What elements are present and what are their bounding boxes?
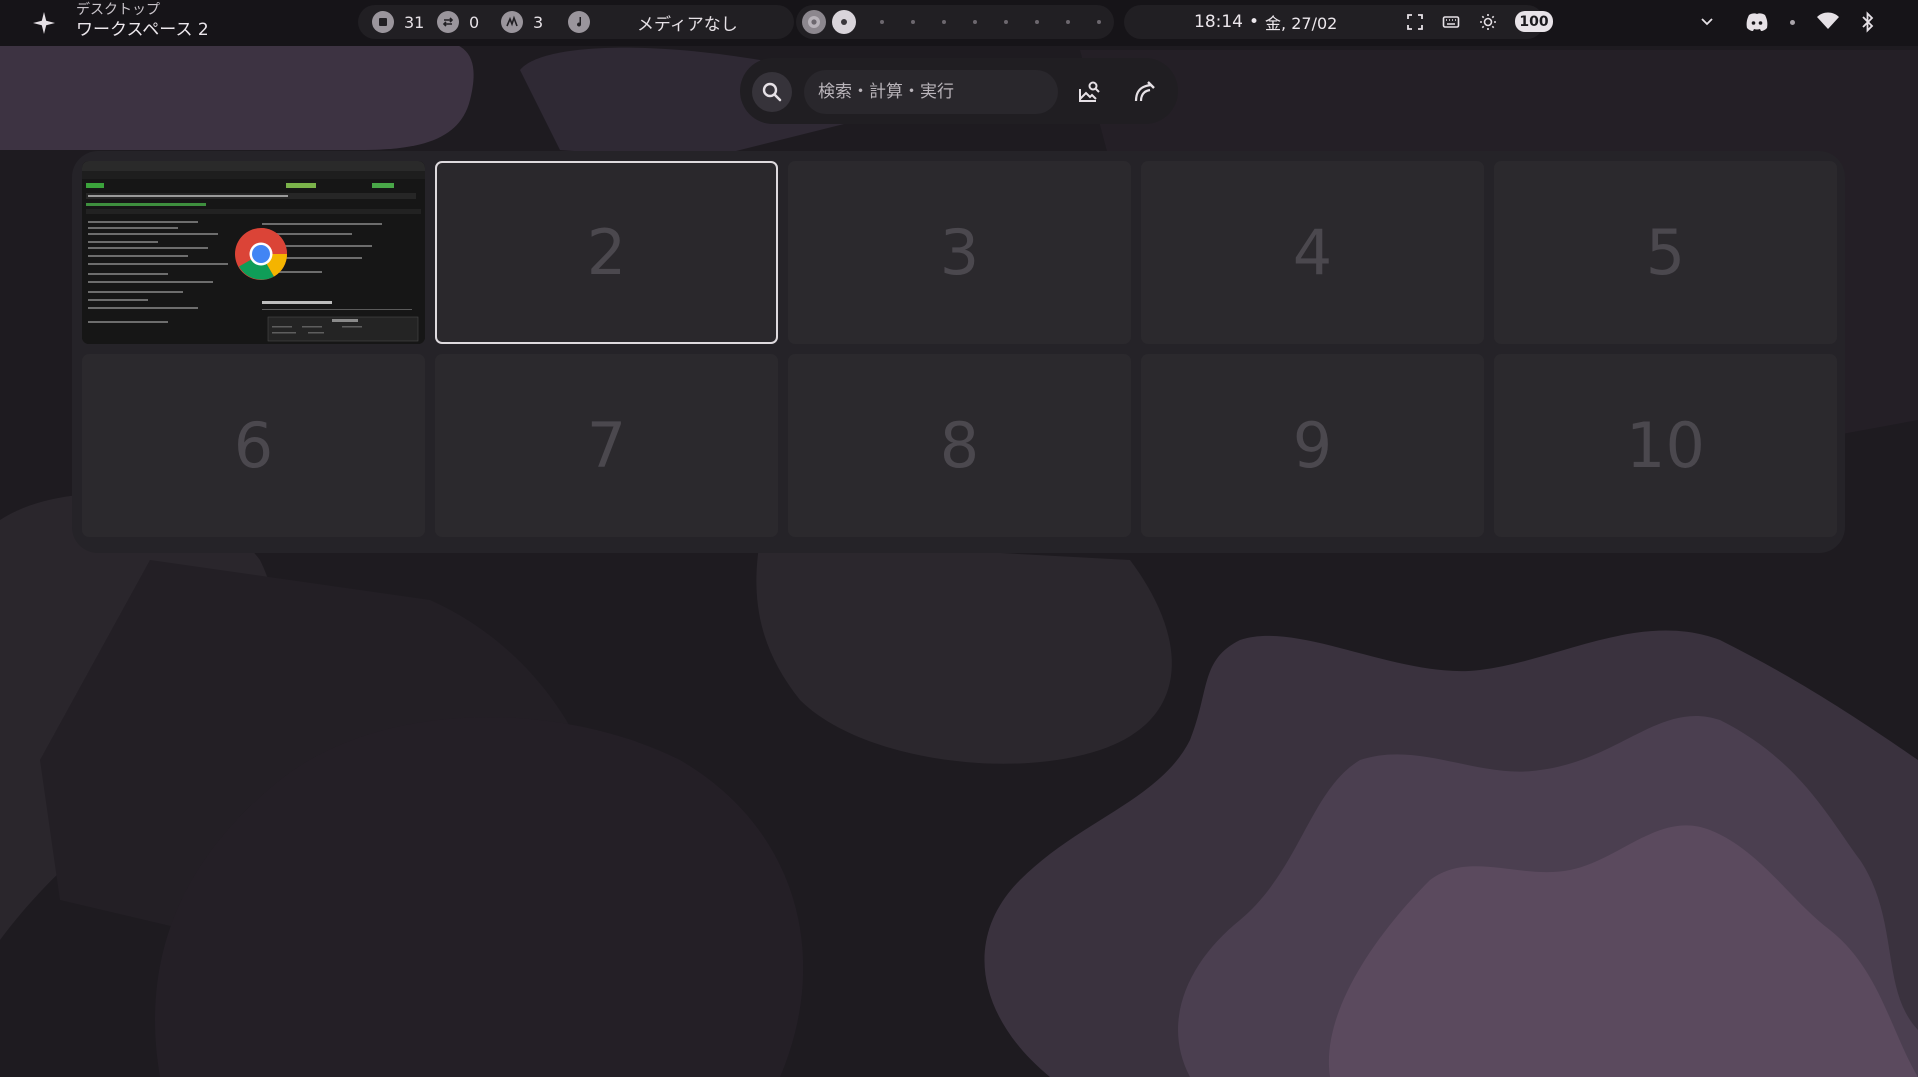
workspace-number: 9 [1292, 409, 1333, 482]
media-label: メディアなし [637, 14, 738, 35]
workspace-tile-1[interactable] [82, 161, 425, 344]
workspace-3-dot[interactable] [880, 20, 884, 24]
music-note-icon [568, 11, 590, 33]
workspace-2-active-indicator[interactable] [832, 10, 856, 34]
workspace-tile-5[interactable]: 5 [1494, 161, 1837, 344]
workspace-tile-3[interactable]: 3 [788, 161, 1131, 344]
memory-value: 31 [404, 12, 425, 32]
workspace-tile-7[interactable]: 7 [435, 354, 778, 537]
cpu-usage: 3 [501, 5, 543, 39]
keyboard-icon[interactable] [1442, 13, 1460, 31]
workspace-6-dot[interactable] [973, 20, 977, 24]
workspace-4-dot[interactable] [911, 20, 915, 24]
workspace-tile-8[interactable]: 8 [788, 354, 1131, 537]
clock: 18:14 • 金, 27/02 [1194, 5, 1337, 39]
cpu-icon [501, 11, 523, 33]
swap-value: 0 [469, 12, 480, 32]
workspace-10-dot[interactable] [1097, 20, 1101, 24]
active-window-title: デスクトップ ワークスペース 2 [76, 1, 209, 41]
media-indicator[interactable] [568, 5, 590, 39]
chrome-icon [235, 228, 287, 280]
workspace-indicator[interactable] [796, 5, 1114, 39]
workspace-number: 4 [1292, 216, 1333, 289]
cpu-value: 3 [533, 12, 544, 32]
bluetooth-icon[interactable] [1860, 11, 1876, 33]
search-button[interactable] [752, 72, 792, 112]
workspace-1-app-indicator[interactable] [802, 10, 826, 34]
brightness-icon[interactable] [1479, 13, 1497, 31]
clock-date: 金, 27/02 [1265, 14, 1338, 33]
top-bar: デスクトップ ワークスペース 2 31 0 3 メディアなし 18:14 • 金… [0, 0, 1918, 46]
image-search-icon[interactable] [1076, 79, 1102, 105]
workspace-5-dot[interactable] [942, 20, 946, 24]
workspace-label: ワークスペース 2 [76, 20, 209, 40]
search-bar [740, 58, 1178, 124]
workspace-number: 2 [586, 216, 627, 289]
memory-icon [372, 11, 394, 33]
discord-icon[interactable] [1745, 11, 1769, 33]
search-icon [762, 82, 782, 102]
workspace-number: 6 [233, 409, 274, 482]
workspace-overview: 2 3 4 5 6 7 8 9 10 [72, 151, 1845, 553]
status-center[interactable]: 18:14 • 金, 27/02 [1124, 5, 1544, 39]
workspace-tile-9[interactable]: 9 [1141, 354, 1484, 537]
wifi-icon[interactable] [1816, 11, 1840, 31]
workspace-number: 3 [939, 216, 980, 289]
workspace-number: 8 [939, 409, 980, 482]
chevron-down-icon[interactable] [1699, 14, 1715, 30]
memory-usage: 31 [372, 5, 424, 39]
workspace-9-dot[interactable] [1066, 20, 1070, 24]
workspace-7-dot[interactable] [1004, 20, 1008, 24]
workspace-tile-2[interactable]: 2 [435, 161, 778, 344]
desktop-label: デスクトップ [76, 2, 160, 18]
workspace-number: 5 [1645, 216, 1686, 289]
battery-indicator[interactable]: 100 [1515, 11, 1553, 32]
sparkle-icon[interactable] [30, 9, 58, 37]
workspace-tile-6[interactable]: 6 [82, 354, 425, 537]
screenshot-icon[interactable] [1406, 13, 1424, 31]
workspace-number: 7 [586, 409, 627, 482]
workspace-tile-4[interactable]: 4 [1141, 161, 1484, 344]
search-input[interactable] [804, 70, 1058, 114]
tray-separator-dot [1790, 20, 1795, 25]
color-picker-icon[interactable] [1131, 79, 1157, 105]
workspace-number: 10 [1626, 409, 1705, 482]
workspace-tile-10[interactable]: 10 [1494, 354, 1837, 537]
clock-separator: • [1249, 12, 1260, 32]
swap-icon [437, 11, 459, 33]
clock-time: 18:14 [1194, 12, 1243, 32]
resource-monitor[interactable]: 31 0 3 メディアなし [358, 5, 794, 39]
swap-usage: 0 [437, 5, 479, 39]
workspace-8-dot[interactable] [1035, 20, 1039, 24]
